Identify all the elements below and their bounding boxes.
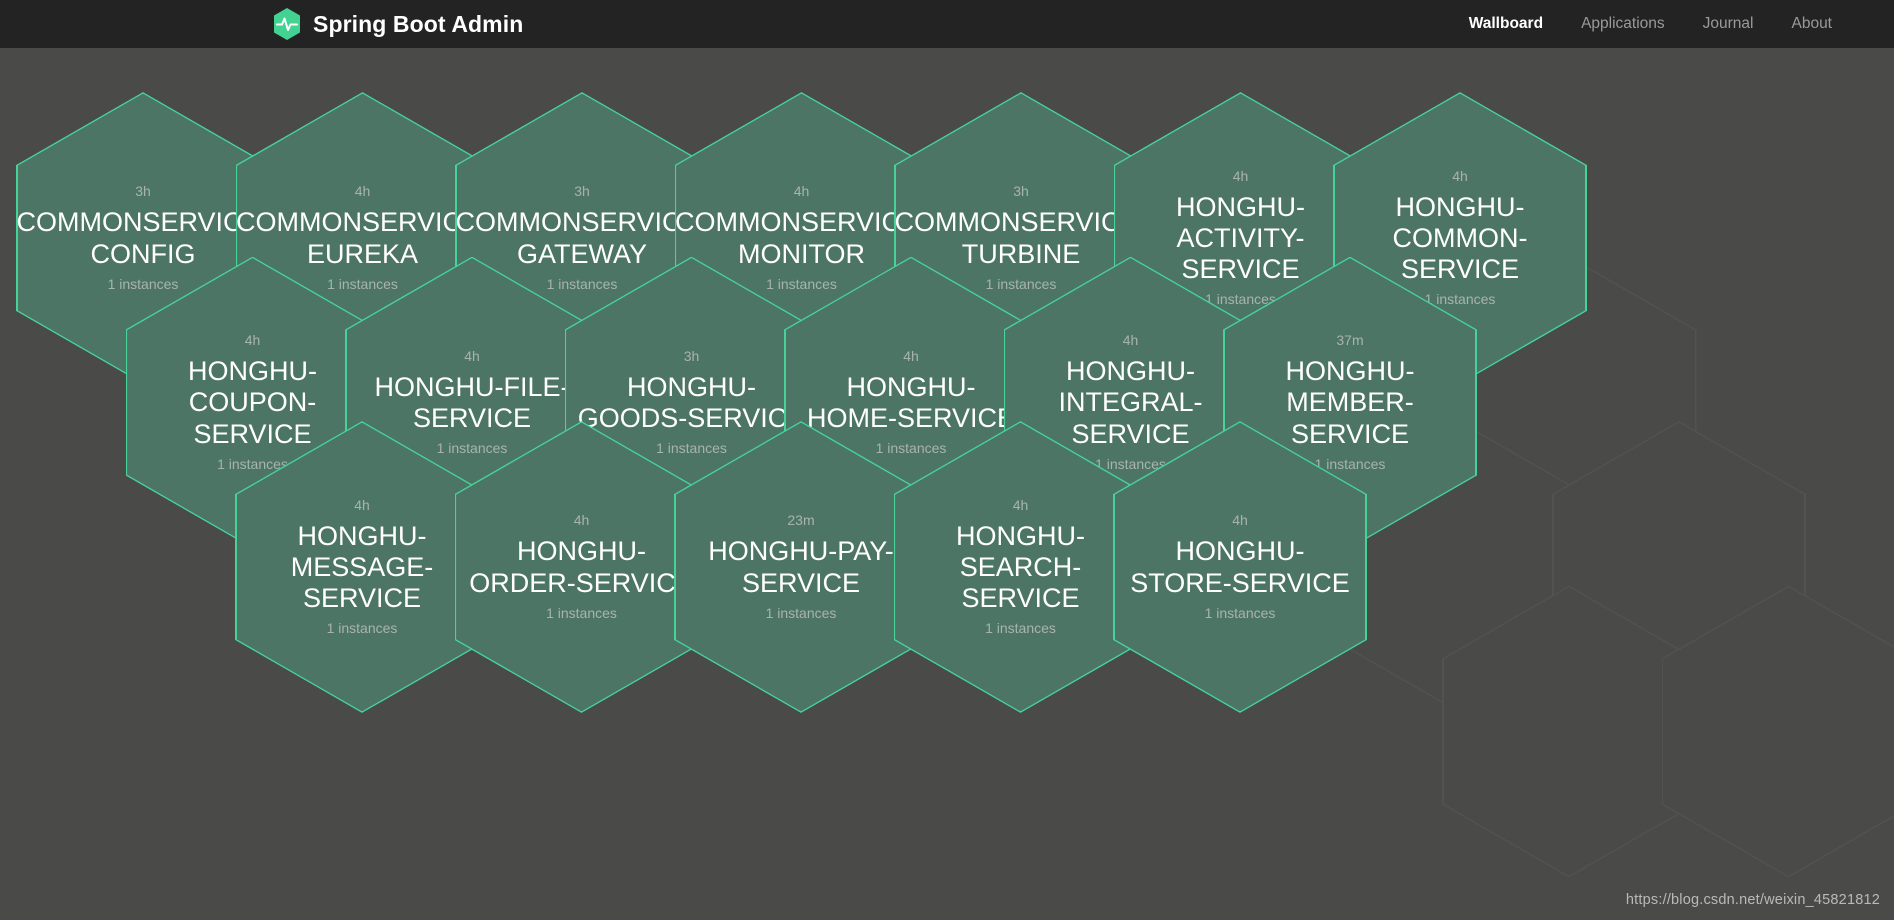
top-navbar: Spring Boot Admin Wallboard Applications…	[0, 0, 1894, 48]
main-nav: Wallboard Applications Journal About	[1469, 15, 1832, 33]
wallboard-grid: 3h COMMONSERVICE- CONFIG 1 instances 4h COMMO…	[0, 48, 1894, 920]
nav-item-applications[interactable]: Applications	[1581, 15, 1665, 33]
nav-item-wallboard[interactable]: Wallboard	[1469, 15, 1543, 33]
nav-item-journal[interactable]: Journal	[1703, 15, 1754, 33]
brand-title: Spring Boot Admin	[313, 10, 524, 37]
nav-item-about[interactable]: About	[1791, 15, 1832, 33]
heartbeat-hexagon-logo-icon	[272, 7, 302, 41]
watermark: https://blog.csdn.net/weixin_45821812	[1625, 892, 1880, 908]
brand[interactable]: Spring Boot Admin	[272, 7, 523, 41]
